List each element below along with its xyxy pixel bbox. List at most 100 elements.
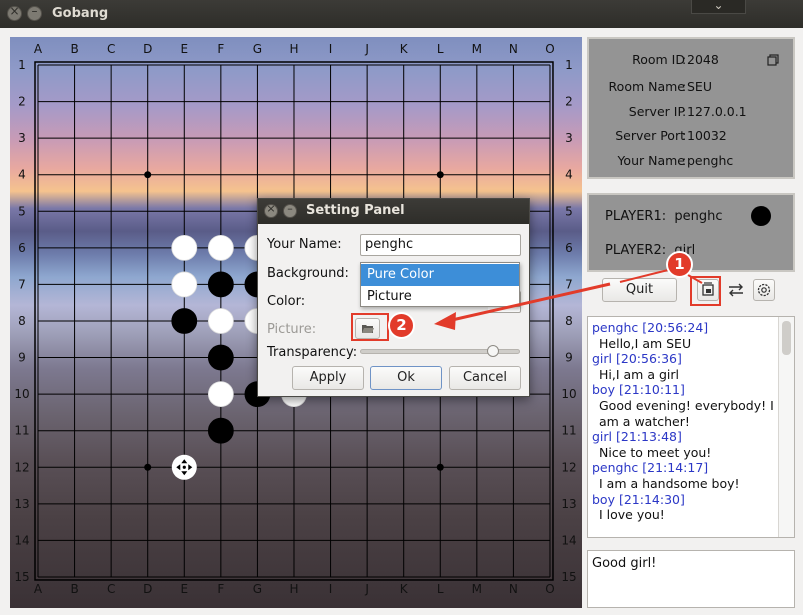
row-label-left: 11 bbox=[14, 424, 29, 438]
chat-message: boy [21:14:30] I love you! bbox=[592, 492, 774, 523]
apply-button[interactable]: Apply bbox=[292, 366, 364, 390]
black-stone bbox=[171, 308, 198, 334]
room-info-label: Room Name bbox=[608, 79, 685, 94]
star-point bbox=[436, 171, 444, 179]
column-label-top: O bbox=[545, 42, 554, 56]
chat-message-sender: boy [21:10:11] bbox=[592, 382, 685, 398]
column-label-bottom: F bbox=[217, 582, 224, 596]
title-bar: Gobang ⌄ bbox=[0, 0, 803, 28]
row-label-left: 10 bbox=[14, 387, 29, 401]
column-label-top: J bbox=[364, 42, 369, 56]
player2-title: PLAYER2: bbox=[605, 243, 667, 258]
column-label-bottom: O bbox=[545, 582, 554, 596]
star-point bbox=[144, 463, 152, 471]
column-label-top: F bbox=[217, 42, 224, 56]
chat-message-text: Hello,I am SEU bbox=[599, 335, 692, 351]
dropdown-option-pure-color[interactable]: Pure Color bbox=[361, 264, 519, 286]
black-stone bbox=[207, 417, 234, 444]
row-label-right: 8 bbox=[565, 314, 573, 328]
column-label-bottom: A bbox=[34, 582, 43, 596]
room-info-colon: : bbox=[682, 52, 687, 67]
column-label-top: G bbox=[253, 42, 262, 56]
chat-message: girl [21:13:48] Nice to meet you! bbox=[592, 429, 774, 460]
dialog-title: Setting Panel bbox=[306, 203, 405, 218]
chat-message-text: Hi,I am a girl bbox=[599, 366, 679, 382]
dialog-minimize-button[interactable] bbox=[283, 202, 297, 218]
transparency-slider-handle[interactable] bbox=[487, 345, 499, 357]
white-stone bbox=[171, 271, 198, 298]
row-label-right: 2 bbox=[565, 95, 573, 109]
row-label-right: 13 bbox=[561, 497, 576, 511]
room-info-row: Your Name: penghc bbox=[589, 153, 797, 173]
room-info-row: Room Name: SEU bbox=[589, 79, 797, 99]
minimize-window-button[interactable] bbox=[27, 4, 42, 21]
column-label-bottom: J bbox=[364, 582, 369, 596]
row-label-left: 4 bbox=[18, 168, 26, 182]
column-label-bottom: G bbox=[253, 582, 262, 596]
row-label-right: 5 bbox=[565, 204, 573, 218]
window-menu-button[interactable]: ⌄ bbox=[691, 0, 746, 14]
column-label-bottom: E bbox=[180, 582, 188, 596]
row-label-left: 8 bbox=[18, 314, 26, 328]
room-info-value: 2048 bbox=[687, 52, 719, 67]
row-label-left: 13 bbox=[14, 497, 29, 511]
window-title: Gobang bbox=[52, 6, 109, 21]
chat-message: penghc [20:56:24] Hello,I am SEU bbox=[592, 320, 774, 351]
ok-button[interactable]: Ok bbox=[370, 366, 442, 390]
chat-scrollbar[interactable] bbox=[778, 317, 794, 537]
quit-button[interactable]: Quit bbox=[602, 278, 677, 302]
room-info-label: Room ID bbox=[632, 52, 685, 67]
color-label: Color: bbox=[267, 294, 306, 309]
row-label-left: 6 bbox=[18, 241, 26, 255]
column-label-bottom: I bbox=[329, 582, 333, 596]
chat-message-text: Good evening! everybody! I am a watcher! bbox=[599, 397, 774, 429]
room-info-label: Server IP bbox=[628, 104, 685, 119]
swap-button[interactable] bbox=[725, 279, 747, 301]
white-stone bbox=[207, 308, 234, 334]
room-info-row: Room ID:2048 bbox=[589, 52, 797, 72]
column-label-top: B bbox=[70, 42, 78, 56]
column-label-bottom: L bbox=[437, 582, 444, 596]
cancel-button[interactable]: Cancel bbox=[449, 366, 521, 390]
copy-icon[interactable] bbox=[767, 54, 779, 66]
chat-log[interactable]: penghc [20:56:24] Hello,I am SEU girl [20:… bbox=[587, 316, 795, 538]
your-name-field[interactable]: penghc bbox=[360, 234, 521, 256]
background-label: Background: bbox=[267, 266, 349, 281]
row-label-right: 14 bbox=[561, 533, 576, 547]
player1-title: PLAYER1: bbox=[605, 209, 667, 224]
transparency-label: Transparency: bbox=[267, 345, 358, 360]
room-info-label: Server Port bbox=[615, 128, 685, 143]
chat-message-sender: girl [20:56:36] bbox=[592, 351, 682, 367]
row-label-left: 14 bbox=[14, 533, 29, 547]
column-label-bottom: B bbox=[70, 582, 78, 596]
chat-input[interactable]: Good girl! bbox=[587, 550, 795, 608]
room-info-colon: : bbox=[682, 79, 687, 94]
background-dropdown-list[interactable]: Pure Color Picture bbox=[360, 262, 520, 307]
highlight-box-screenshot-button bbox=[690, 276, 721, 306]
close-window-button[interactable] bbox=[7, 4, 22, 21]
column-label-top: K bbox=[400, 42, 409, 56]
column-label-bottom: C bbox=[107, 582, 115, 596]
row-label-left: 9 bbox=[18, 351, 26, 365]
dialog-close-button[interactable] bbox=[264, 202, 278, 218]
column-label-bottom: D bbox=[143, 582, 152, 596]
column-label-top: I bbox=[329, 42, 333, 56]
chat-message-text: I love you! bbox=[599, 507, 665, 523]
row-label-left: 12 bbox=[14, 460, 29, 474]
chat-scrollbar-thumb[interactable] bbox=[782, 321, 791, 355]
black-stone bbox=[207, 271, 234, 298]
row-label-left: 2 bbox=[18, 95, 26, 109]
row-label-right: 9 bbox=[565, 351, 573, 365]
settings-button[interactable] bbox=[753, 279, 775, 301]
white-stone bbox=[207, 234, 234, 261]
dropdown-option-picture[interactable]: Picture bbox=[361, 286, 519, 308]
row-label-right: 4 bbox=[565, 168, 573, 182]
row-label-right: 11 bbox=[561, 424, 576, 438]
star-point bbox=[436, 463, 444, 471]
room-info-colon: : bbox=[682, 128, 687, 143]
chat-message-sender: girl [21:13:48] bbox=[592, 429, 682, 445]
column-label-top: M bbox=[472, 42, 482, 56]
row-label-right: 6 bbox=[565, 241, 573, 255]
black-stone-icon bbox=[751, 206, 771, 226]
gobang-window: Gobang ⌄ AABBCCDDEEFFGGHHIIJJKKLLMMNNOO1… bbox=[0, 0, 803, 615]
